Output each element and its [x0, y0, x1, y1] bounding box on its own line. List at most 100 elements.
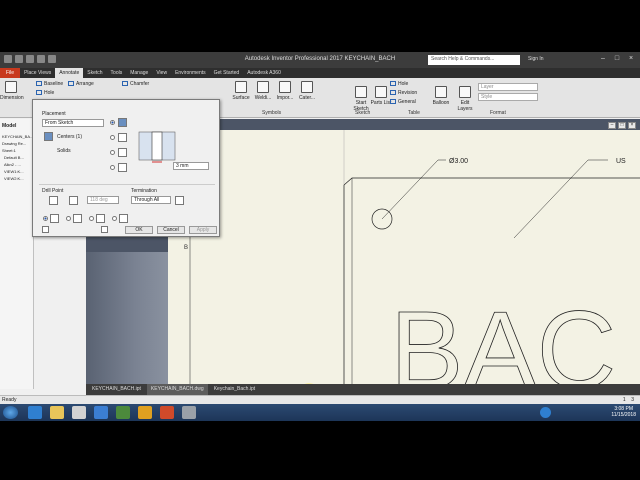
- engraved-text[interactable]: BAC: [390, 289, 617, 413]
- hole-table-icon: [390, 81, 396, 87]
- sign-in-button[interactable]: Sign In: [528, 56, 544, 62]
- taper-tapped-hole-radio[interactable]: [112, 216, 117, 221]
- surface-button[interactable]: Surface: [230, 81, 252, 101]
- tab-environments[interactable]: Environments: [171, 68, 210, 78]
- tapped-hole-icon: [96, 214, 105, 223]
- tab-autodesk-a360[interactable]: Autodesk A360: [243, 68, 285, 78]
- hole-dialog: Placement From Sketch Centers (1) Solids…: [32, 99, 220, 237]
- explorer-icon[interactable]: [50, 406, 64, 419]
- app2-icon[interactable]: [160, 406, 174, 419]
- media-icon[interactable]: [72, 406, 86, 419]
- hole-type-counterbore-radio[interactable]: [110, 135, 115, 140]
- hole-table-button[interactable]: Hole: [390, 81, 408, 87]
- tab-sketch[interactable]: Sketch: [83, 68, 106, 78]
- balloon-button[interactable]: Balloon: [430, 86, 452, 106]
- cancel-button[interactable]: Cancel: [157, 226, 185, 234]
- app-icon[interactable]: [116, 406, 130, 419]
- help-tray-icon[interactable]: [540, 407, 551, 418]
- layer-dropdown[interactable]: Layer: [478, 83, 538, 91]
- hole-type-drilled-radio[interactable]: [110, 120, 115, 125]
- drawing-sheet[interactable]: B Ø3.00 US BAC: [168, 130, 640, 413]
- import-button[interactable]: Impor...: [274, 81, 296, 101]
- browser-node[interactable]: VIEW2:K...: [0, 175, 33, 182]
- document-window-controls: – □ ×: [606, 122, 636, 129]
- hole-type-spotface-radio[interactable]: [110, 150, 115, 155]
- status-text: Ready: [2, 397, 17, 403]
- doc-tab-ipt[interactable]: KEYCHAIN_BACH.ipt: [88, 384, 145, 395]
- doc-tab-dwg[interactable]: KEYCHAIN_BACH.dwg: [146, 384, 208, 395]
- tapped-hole-radio[interactable]: [89, 216, 94, 221]
- browser-node[interactable]: VIEW1:K...: [0, 168, 33, 175]
- tab-manage[interactable]: Manage: [126, 68, 152, 78]
- inventor-icon[interactable]: [138, 406, 152, 419]
- welding-button[interactable]: Weldi...: [252, 81, 274, 101]
- simple-hole-radio[interactable]: [43, 216, 48, 221]
- outlook-icon[interactable]: [94, 406, 108, 419]
- hole-note-button[interactable]: Hole: [36, 90, 54, 96]
- system-clock[interactable]: 3:08 PM 11/15/2018: [611, 406, 636, 418]
- import-icon: [279, 81, 291, 93]
- drill-angle-input[interactable]: 118 deg: [87, 196, 119, 204]
- help-icon[interactable]: [42, 226, 49, 233]
- document-tabs: KEYCHAIN_BACH.ipt KEYCHAIN_BACH.dwg Keycha…: [86, 384, 640, 395]
- hole-note-text[interactable]: Ø3.00: [449, 158, 468, 165]
- revision-table-button[interactable]: Revision: [390, 90, 417, 96]
- search-input[interactable]: Search Help & Commands...: [428, 55, 520, 65]
- hole-type-countersink-radio[interactable]: [110, 165, 115, 170]
- close-icon[interactable]: ×: [625, 54, 637, 64]
- tab-get-started[interactable]: Get Started: [210, 68, 244, 78]
- caterpillar-button[interactable]: Cater...: [296, 81, 318, 101]
- angle-drill-point-icon[interactable]: [69, 196, 78, 205]
- app3-icon[interactable]: [182, 406, 196, 419]
- centers-icon[interactable]: [44, 132, 53, 141]
- minimize-icon[interactable]: –: [597, 54, 609, 64]
- ok-button[interactable]: OK: [125, 226, 153, 234]
- ie-icon[interactable]: [28, 406, 42, 419]
- chamfer-icon: [122, 81, 128, 87]
- tab-place-views[interactable]: Place Views: [20, 68, 55, 78]
- style-dropdown[interactable]: Style: [478, 93, 538, 101]
- arrange-button[interactable]: Arrange: [68, 81, 94, 87]
- centers-selector[interactable]: Centers (1): [57, 134, 82, 140]
- maximize-icon[interactable]: □: [611, 54, 623, 64]
- doc-restore-icon[interactable]: □: [618, 122, 626, 129]
- preview-checkbox[interactable]: [101, 226, 108, 233]
- tab-tools[interactable]: Tools: [107, 68, 127, 78]
- browser-node[interactable]: Default B...: [0, 154, 33, 161]
- placement-select[interactable]: From Sketch: [42, 119, 104, 127]
- apply-button[interactable]: Apply: [189, 226, 217, 234]
- placement-label: Placement: [42, 111, 66, 117]
- baseline-label: Baseline: [44, 81, 64, 87]
- dimension-button[interactable]: Dimension: [0, 81, 24, 101]
- termination-select[interactable]: Through All: [131, 196, 171, 204]
- flat-drill-point-icon[interactable]: [49, 196, 58, 205]
- general-table-button[interactable]: General: [390, 99, 416, 105]
- solids-selector[interactable]: Solids: [57, 148, 71, 154]
- diameter-input[interactable]: 3 mm: [173, 162, 209, 170]
- baseline-button[interactable]: Baseline: [36, 81, 63, 87]
- status-count-a: 1: [622, 397, 626, 403]
- tab-view[interactable]: View: [152, 68, 171, 78]
- tab-annotate[interactable]: Annotate: [55, 68, 84, 78]
- doc-tab-keychain-ipt[interactable]: Keychain_Bach.ipt: [210, 384, 259, 395]
- surface-icon: [235, 81, 247, 93]
- balloon-icon: [435, 86, 447, 98]
- application-window: Autodesk Inventor Professional 2017 KEYC…: [0, 52, 640, 421]
- edge-note-text: US: [616, 158, 626, 165]
- status-counts: 1 3: [623, 397, 634, 403]
- browser-node[interactable]: Alkn2 - ...: [0, 161, 33, 168]
- edit-layers-button[interactable]: Edit Layers: [454, 86, 476, 112]
- hole-icon: [36, 90, 42, 96]
- doc-minimize-icon[interactable]: –: [608, 122, 616, 129]
- clearance-hole-radio[interactable]: [66, 216, 71, 221]
- doc-close-icon[interactable]: ×: [628, 122, 636, 129]
- chamfer-button[interactable]: Chamfer: [122, 81, 149, 87]
- browser-node[interactable]: Drawing Re...: [0, 140, 33, 147]
- start-button[interactable]: [3, 406, 18, 419]
- browser-node[interactable]: Sheet:1: [0, 147, 33, 154]
- browser-node[interactable]: KEYCHAIN_BA...: [0, 133, 33, 140]
- start-sketch-button[interactable]: Start Sketch: [350, 86, 372, 112]
- parts-list-button[interactable]: Parts List: [370, 86, 392, 106]
- flip-direction-icon[interactable]: [175, 196, 184, 205]
- tab-file[interactable]: File: [0, 68, 21, 78]
